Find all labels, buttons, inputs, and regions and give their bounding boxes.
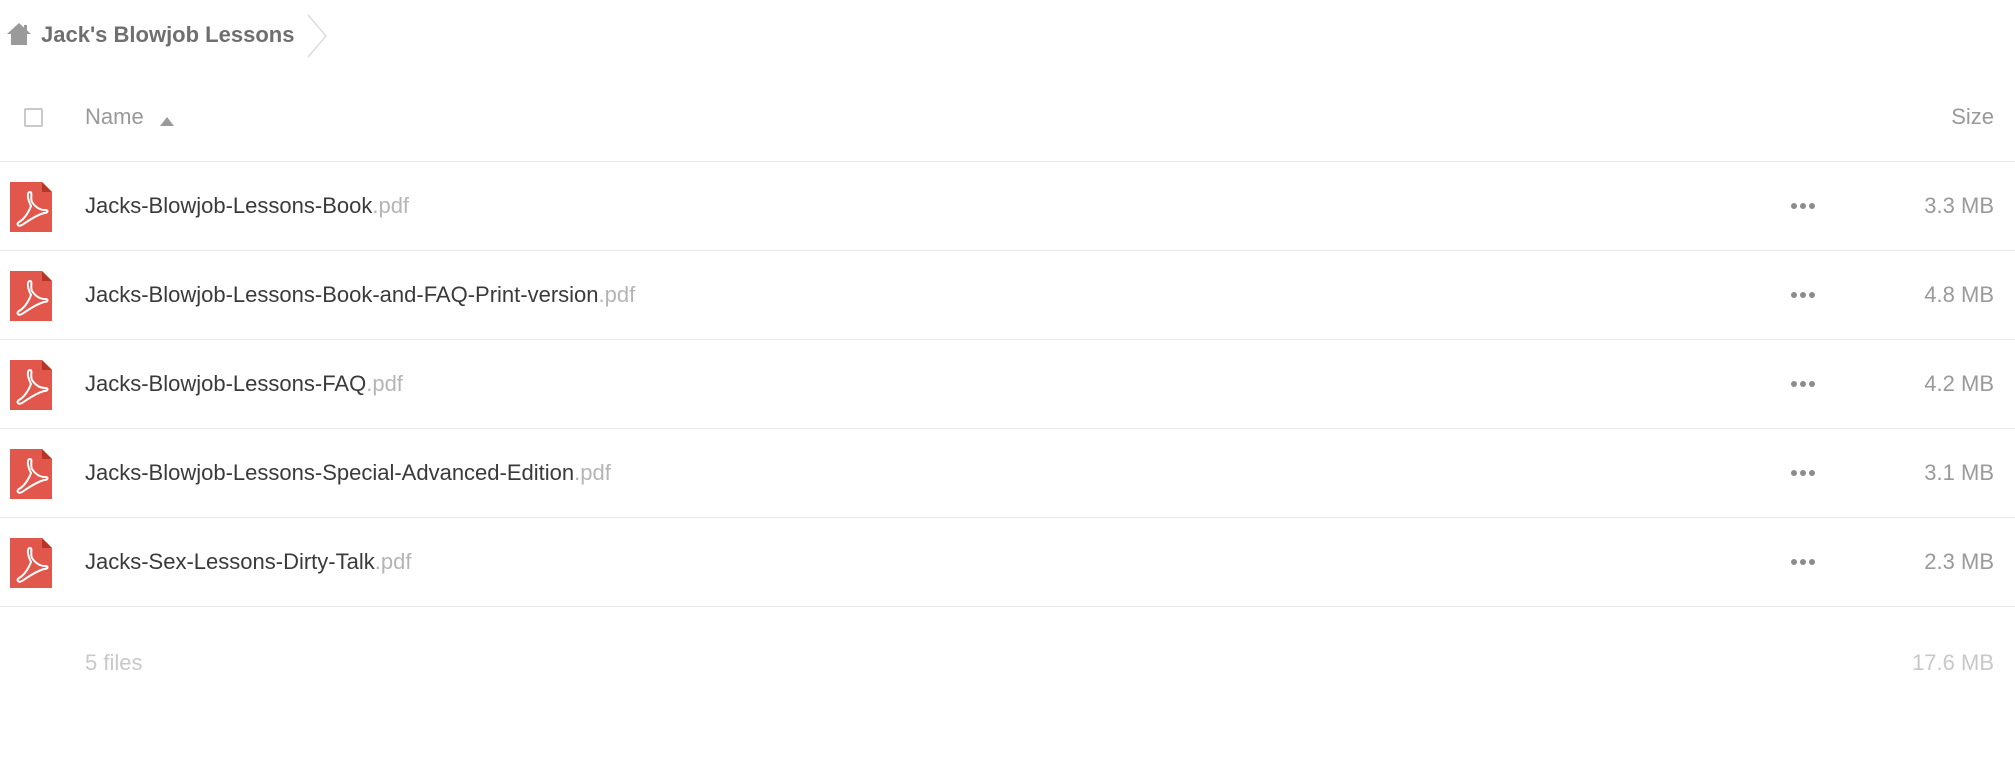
pdf-file-icon xyxy=(10,182,52,232)
file-list: Jacks-Blowjob-Lessons-Book.pdf 3.3 MB Ja… xyxy=(0,162,2015,607)
file-name[interactable]: Jacks-Blowjob-Lessons-FAQ.pdf xyxy=(85,371,403,397)
file-name[interactable]: Jacks-Blowjob-Lessons-Special-Advanced-E… xyxy=(85,460,611,486)
file-row[interactable]: Jacks-Sex-Lessons-Dirty-Talk.pdf 2.3 MB xyxy=(0,518,2015,607)
file-name[interactable]: Jacks-Blowjob-Lessons-Book-and-FAQ-Print… xyxy=(85,282,635,308)
file-extension: .pdf xyxy=(366,371,403,396)
file-size: 3.3 MB xyxy=(1924,193,1994,218)
pdf-file-icon xyxy=(10,538,52,588)
file-row[interactable]: Jacks-Blowjob-Lessons-Book-and-FAQ-Print… xyxy=(0,251,2015,340)
file-extension: .pdf xyxy=(374,549,412,574)
pdf-file-icon xyxy=(10,271,52,321)
file-list-header: Name Size xyxy=(0,86,2015,162)
file-base-name: Jacks-Blowjob-Lessons-Book xyxy=(85,193,373,218)
file-name[interactable]: Jacks-Sex-Lessons-Dirty-Talk.pdf xyxy=(85,549,411,575)
file-extension: .pdf xyxy=(598,282,636,307)
file-extension: .pdf xyxy=(574,460,611,485)
more-options-icon[interactable] xyxy=(1790,195,1816,217)
file-list-summary: 5 files 17.6 MB xyxy=(0,645,2015,681)
total-size: 17.6 MB xyxy=(1912,650,1994,675)
size-column-header[interactable]: Size xyxy=(1951,104,1994,130)
breadcrumb-separator-icon xyxy=(306,14,328,58)
more-options-icon[interactable] xyxy=(1790,284,1816,306)
file-base-name: Jacks-Sex-Lessons-Dirty-Talk xyxy=(85,549,375,574)
file-size: 4.8 MB xyxy=(1924,282,1994,307)
select-all-checkbox[interactable] xyxy=(24,108,43,127)
file-base-name: Jacks-Blowjob-Lessons-Book-and-FAQ-Print… xyxy=(85,282,599,307)
more-options-icon[interactable] xyxy=(1790,551,1816,573)
file-size: 3.1 MB xyxy=(1924,460,1994,485)
home-icon[interactable] xyxy=(6,22,32,46)
file-base-name: Jacks-Blowjob-Lessons-FAQ xyxy=(85,371,367,396)
more-options-icon[interactable] xyxy=(1790,462,1816,484)
breadcrumb: Jack's Blowjob Lessons xyxy=(0,0,2015,72)
file-count: 5 files xyxy=(85,650,143,675)
file-row[interactable]: Jacks-Blowjob-Lessons-Book.pdf 3.3 MB xyxy=(0,162,2015,251)
file-name[interactable]: Jacks-Blowjob-Lessons-Book.pdf xyxy=(85,193,409,219)
breadcrumb-current-folder[interactable]: Jack's Blowjob Lessons xyxy=(41,22,294,48)
file-size: 2.3 MB xyxy=(1924,549,1994,574)
more-options-icon[interactable] xyxy=(1790,373,1816,395)
sort-ascending-icon[interactable] xyxy=(160,113,174,126)
file-base-name: Jacks-Blowjob-Lessons-Special-Advanced-E… xyxy=(85,460,575,485)
file-row[interactable]: Jacks-Blowjob-Lessons-FAQ.pdf 4.2 MB xyxy=(0,340,2015,429)
file-size: 4.2 MB xyxy=(1924,371,1994,396)
file-extension: .pdf xyxy=(372,193,410,218)
pdf-file-icon xyxy=(10,360,52,410)
file-row[interactable]: Jacks-Blowjob-Lessons-Special-Advanced-E… xyxy=(0,429,2015,518)
pdf-file-icon xyxy=(10,449,52,499)
name-column-header[interactable]: Name xyxy=(85,104,144,130)
